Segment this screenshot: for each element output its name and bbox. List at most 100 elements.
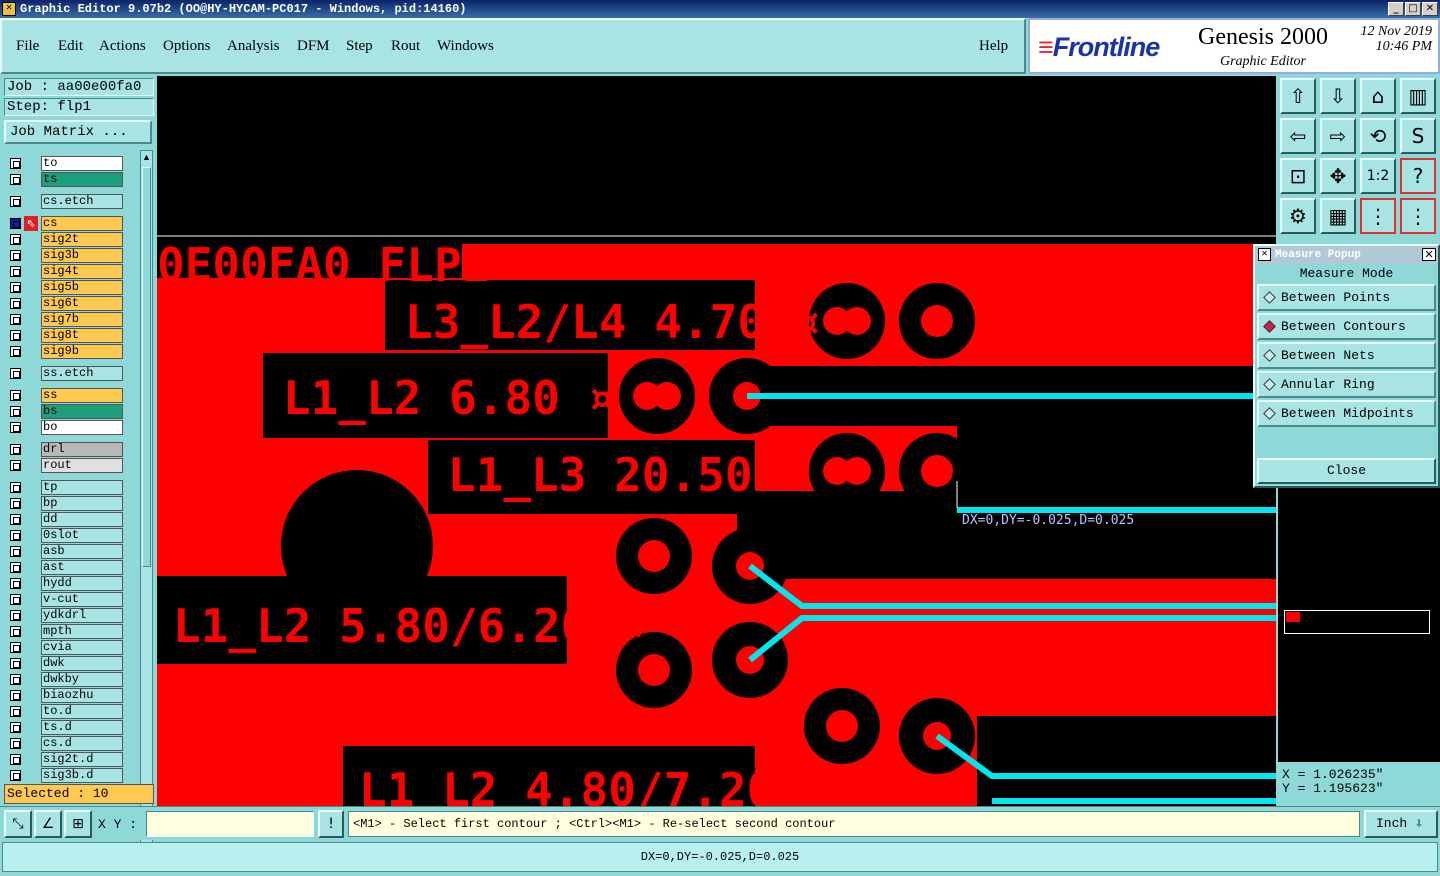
layer-row[interactable]: biaozhu [4,688,138,703]
layer-row[interactable]: bs [4,404,138,419]
scroll-up-icon[interactable]: ▲ [141,151,152,163]
mini-map[interactable] [1278,488,1440,762]
layer-checkbox[interactable] [10,218,21,229]
layer-checkbox[interactable] [10,738,21,749]
layer-checkbox[interactable] [10,368,21,379]
layer-checkbox[interactable] [10,546,21,557]
layer-checkbox[interactable] [10,674,21,685]
layer-checkbox[interactable] [10,530,21,541]
layer-checkbox[interactable] [10,282,21,293]
layer-checkbox[interactable] [10,390,21,401]
menu-dfm[interactable]: DFM [297,38,330,55]
layer-checkbox[interactable] [10,174,21,185]
menu-actions[interactable]: Actions [99,38,146,55]
center-icon[interactable]: ✥ [1320,158,1356,194]
layer-row[interactable]: ast [4,560,138,575]
snap-icon[interactable]: ⤡ [4,810,32,838]
layer-row[interactable]: cs.d [4,736,138,751]
layer-row[interactable]: ⇖ cs [4,216,138,231]
layer-row[interactable]: to.d [4,704,138,719]
layer-checkbox[interactable] [10,514,21,525]
menu-analysis[interactable]: Analysis [227,38,280,55]
home-bottom-icon[interactable]: ⇩ [1320,78,1356,114]
layer-checkbox[interactable] [10,158,21,169]
layer-checkbox[interactable] [10,330,21,341]
close-button[interactable]: Close [1257,458,1436,484]
layer-row[interactable]: ss.etch [4,366,138,381]
fit-icon[interactable]: ⊡ [1280,158,1316,194]
layer-checkbox[interactable] [10,250,21,261]
layer-row[interactable]: mpth [4,624,138,639]
layer-row[interactable]: sig9b [4,344,138,359]
menu-edit[interactable]: Edit [58,38,83,55]
layer-row[interactable]: ss [4,388,138,403]
graphic-canvas[interactable]: 0E00FA0 FLP1 L3_L2/L4 4.70 ¤ L1_L2 6.80 … [157,76,1276,806]
layer-checkbox[interactable] [10,498,21,509]
layer-checkbox[interactable] [10,642,21,653]
ratio-icon[interactable]: 1:2 [1360,158,1396,194]
measure-option[interactable]: Between Contours [1257,313,1436,340]
layer-row[interactable]: tp [4,480,138,495]
left-icon[interactable]: ⇦ [1280,118,1316,154]
menu-step[interactable]: Step [346,38,373,55]
layer-row[interactable]: sig7b [4,312,138,327]
xy-input[interactable] [146,811,314,837]
layer-checkbox[interactable] [10,658,21,669]
grid-icon[interactable]: ⊞ [64,810,92,838]
toggle-b-icon[interactable]: ⋮ [1400,198,1436,234]
layer-row[interactable]: ts.d [4,720,138,735]
s-curve-icon[interactable]: S [1400,118,1436,154]
layer-row[interactable]: bp [4,496,138,511]
layer-row[interactable]: cs.etch [4,194,138,209]
layer-checkbox[interactable] [10,314,21,325]
layer-checkbox[interactable] [10,460,21,471]
layer-checkbox[interactable] [10,196,21,207]
layer-row[interactable]: sig8t [4,328,138,343]
popup-close-icon[interactable]: ✕ [1422,248,1436,261]
layer-scrollbar[interactable]: ▲ ▼ [140,150,153,856]
layer-row[interactable]: v-cut [4,592,138,607]
menu-options[interactable]: Options [163,38,211,55]
maximize-button[interactable]: □ [1405,2,1421,16]
minimize-button[interactable]: _ [1388,2,1404,16]
help-icon[interactable]: ? [1400,158,1436,194]
layer-row[interactable]: ydkdrl [4,608,138,623]
layer-checkbox[interactable] [10,346,21,357]
layer-checkbox[interactable] [10,706,21,717]
layer-checkbox[interactable] [10,562,21,573]
wrench-icon[interactable]: ⚙ [1280,198,1316,234]
layer-row[interactable]: asb [4,544,138,559]
layer-checkbox[interactable] [10,770,21,781]
measure-option[interactable]: Between Midpoints [1257,400,1436,427]
flip-icon[interactable]: ⟲ [1360,118,1396,154]
measure-option[interactable]: Between Nets [1257,342,1436,369]
close-window-button[interactable]: ✕ [1422,2,1438,16]
house-icon[interactable]: ⌂ [1360,78,1396,114]
panel-icon[interactable]: ▥ [1400,78,1436,114]
layer-row[interactable]: 0slot [4,528,138,543]
layer-checkbox[interactable] [10,594,21,605]
layer-row[interactable]: sig6t [4,296,138,311]
layer-checkbox[interactable] [10,406,21,417]
menu-rout[interactable]: Rout [391,38,420,55]
home-top-icon[interactable]: ⇧ [1280,78,1316,114]
layer-row[interactable]: hydd [4,576,138,591]
layer-checkbox[interactable] [10,578,21,589]
angle-icon[interactable]: ∠ [34,810,62,838]
toggle-a-icon[interactable]: ⋮ [1360,198,1396,234]
layer-checkbox[interactable] [10,422,21,433]
layer-row[interactable]: to [4,156,138,171]
menu-windows[interactable]: Windows [437,38,494,55]
layer-row[interactable]: sig4t [4,264,138,279]
menu-help[interactable]: Help [979,38,1008,55]
layer-row[interactable]: drl [4,442,138,457]
layer-row[interactable]: sig2t.d [4,752,138,767]
layer-row[interactable]: dwk [4,656,138,671]
measure-option[interactable]: Between Points [1257,284,1436,311]
layer-row[interactable]: sig2t [4,232,138,247]
layer-checkbox[interactable] [10,234,21,245]
layer-checkbox[interactable] [10,444,21,455]
layer-row[interactable]: ts [4,172,138,187]
measure-popup-title[interactable]: ✕ Measure Popup [1255,246,1438,264]
layer-checkbox[interactable] [10,722,21,733]
